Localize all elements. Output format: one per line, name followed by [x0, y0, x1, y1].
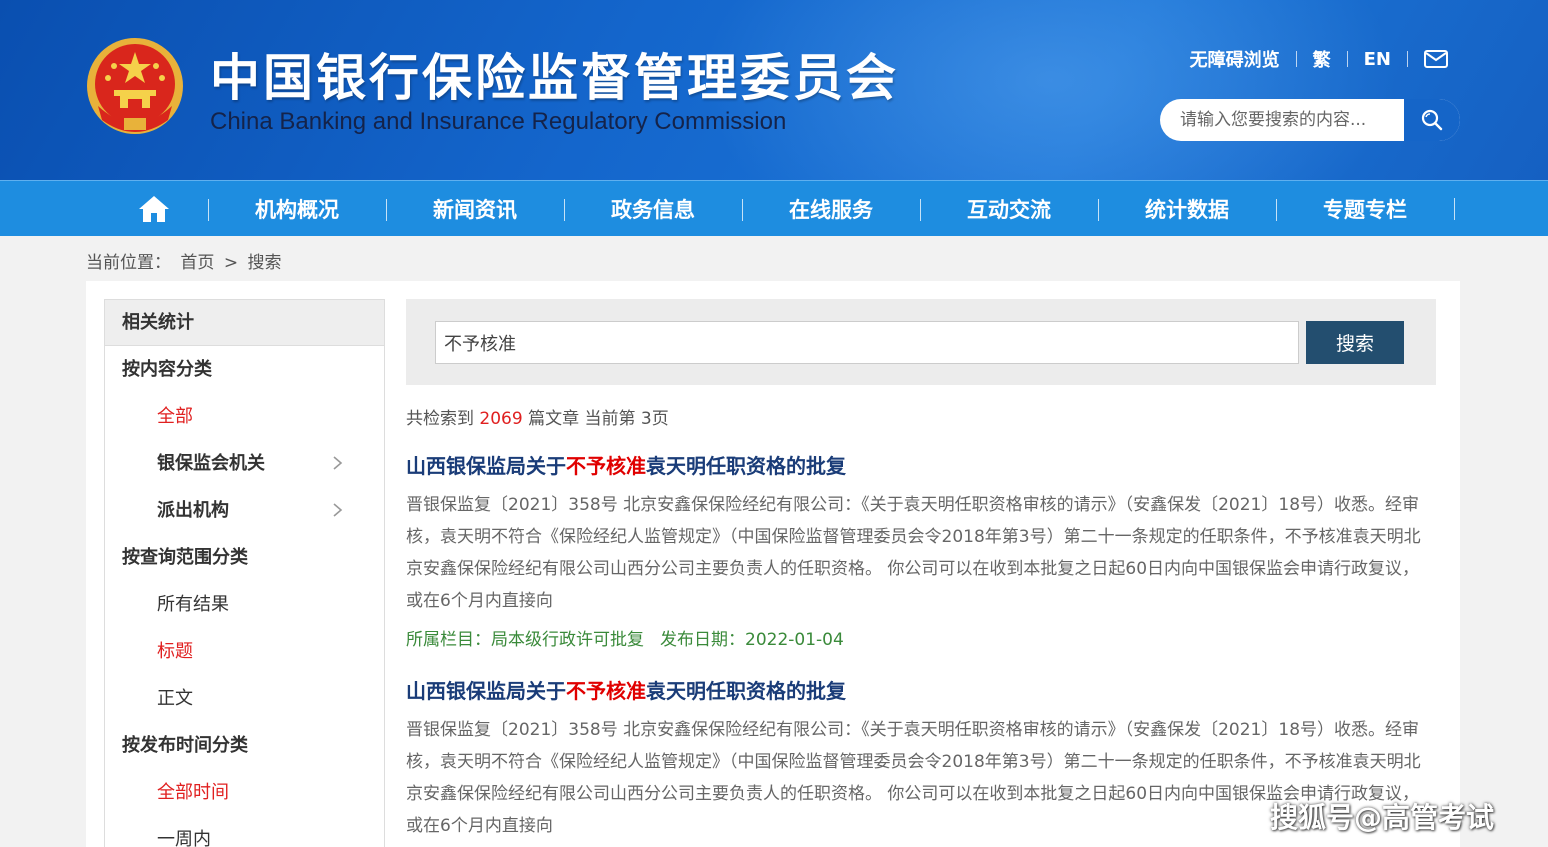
divider — [1295, 51, 1297, 67]
sidebar-header: 相关统计 — [105, 300, 384, 346]
site-title-cn[interactable]: 中国银行保险监督管理委员会 — [210, 38, 899, 110]
result-title-link[interactable]: 山西银保监局关于不予核准袁天明任职资格的批复 — [406, 675, 1436, 704]
english-link[interactable]: EN — [1364, 49, 1391, 70]
result-count: 2069 — [479, 409, 523, 429]
nav-item-statistics[interactable]: 统计数据 — [1098, 181, 1276, 237]
sidebar-item-label: 派出机构 — [157, 500, 229, 521]
result-title-post: 袁天明任职资格的批复 — [646, 454, 846, 478]
result-date: 发布日期：2022-01-04 — [660, 630, 844, 650]
breadcrumb-current: 搜索 — [247, 253, 282, 273]
nav-item-government-info[interactable]: 政务信息 — [564, 181, 742, 237]
sidebar-item-title[interactable]: 标题 — [105, 628, 384, 675]
summary-middle: 篇文章 当前第 — [528, 409, 636, 429]
result-meta: 所属栏目：局本级行政许可批复 发布日期：2022-01-04 — [406, 625, 1436, 650]
top-links: 无障碍浏览 繁 EN — [1190, 46, 1448, 72]
breadcrumb: 当前位置： 首页 > 搜索 — [86, 248, 285, 273]
search-button[interactable]: 搜索 — [1306, 321, 1404, 364]
nav-item-interaction[interactable]: 互动交流 — [920, 181, 1098, 237]
header-search-button[interactable] — [1404, 99, 1460, 141]
summary-suffix: 页 — [651, 409, 669, 429]
sidebar-item-all-time[interactable]: 全部时间 — [105, 769, 384, 816]
search-input[interactable] — [435, 321, 1299, 364]
breadcrumb-separator: > — [223, 253, 239, 273]
breadcrumb-home[interactable]: 首页 — [180, 253, 214, 273]
sidebar-group-time: 按发布时间分类 — [122, 735, 248, 756]
breadcrumb-label: 当前位置： — [86, 253, 171, 273]
sidebar-item-all[interactable]: 全部 — [105, 393, 384, 440]
accessibility-link[interactable]: 无障碍浏览 — [1190, 46, 1280, 72]
watermark: 搜狐号@高管考试 — [1270, 801, 1495, 834]
filter-sidebar: 相关统计 按内容分类 全部 银保监会机关 派出机构 按查询范围分类 所有结果 标… — [104, 299, 385, 847]
search-icon — [1421, 109, 1443, 131]
sidebar-item-label: 银保监会机关 — [157, 453, 265, 474]
divider — [1407, 51, 1408, 67]
nav-home[interactable] — [100, 181, 208, 237]
sidebar-item-commission[interactable]: 银保监会机关 — [105, 440, 384, 487]
sidebar-group-scope: 按查询范围分类 — [122, 547, 248, 568]
result-title-post: 袁天明任职资格的批复 — [646, 679, 846, 703]
mail-icon[interactable] — [1424, 50, 1448, 68]
chevron-right-icon — [333, 503, 343, 517]
site-header: 中国银行保险监督管理委员会 China Banking and Insuranc… — [0, 0, 1548, 180]
site-title-en: China Banking and Insurance Regulatory C… — [210, 108, 787, 135]
result-snippet: 晋银保监复〔2021〕358号 北京安鑫保保险经纪有限公司：《关于袁天明任职资格… — [406, 495, 1421, 611]
traditional-chinese-link[interactable]: 繁 — [1313, 46, 1331, 72]
sidebar-item-one-week[interactable]: 一周内 — [105, 816, 384, 847]
result-title-highlight: 不予核准 — [566, 679, 646, 703]
header-search-input[interactable] — [1160, 99, 1404, 141]
divider — [1454, 198, 1455, 220]
summary-prefix: 共检索到 — [406, 409, 474, 429]
nav-item-online-services[interactable]: 在线服务 — [742, 181, 920, 237]
result-title-link[interactable]: 山西银保监局关于不予核准袁天明任职资格的批复 — [406, 450, 1436, 479]
sidebar-item-body[interactable]: 正文 — [105, 675, 384, 722]
result-column: 所属栏目：局本级行政许可批复 — [406, 630, 644, 650]
nav-item-about[interactable]: 机构概况 — [208, 181, 386, 237]
result-title-highlight: 不予核准 — [566, 454, 646, 478]
nav-item-special-topics[interactable]: 专题专栏 — [1276, 181, 1454, 237]
sidebar-item-all-results[interactable]: 所有结果 — [105, 581, 384, 628]
divider — [1346, 51, 1348, 67]
result-title-pre: 山西银保监局关于 — [406, 454, 566, 478]
current-page: 3 — [640, 409, 652, 429]
result-title-pre: 山西银保监局关于 — [406, 679, 566, 703]
chevron-right-icon — [333, 456, 343, 470]
sidebar-group-content: 按内容分类 — [122, 359, 212, 380]
national-emblem-icon[interactable] — [84, 36, 186, 140]
header-search — [1160, 99, 1460, 141]
result-summary: 共检索到 2069 篇文章 当前第 3页 — [406, 404, 669, 429]
nav-item-news[interactable]: 新闻资讯 — [386, 181, 564, 237]
sidebar-item-local-offices[interactable]: 派出机构 — [105, 487, 384, 534]
home-icon — [139, 196, 169, 222]
main-nav: 机构概况 新闻资讯 政务信息 在线服务 互动交流 统计数据 专题专栏 — [0, 180, 1548, 236]
search-result: 山西银保监局关于不予核准袁天明任职资格的批复 晋银保监复〔2021〕358号 北… — [406, 450, 1436, 650]
